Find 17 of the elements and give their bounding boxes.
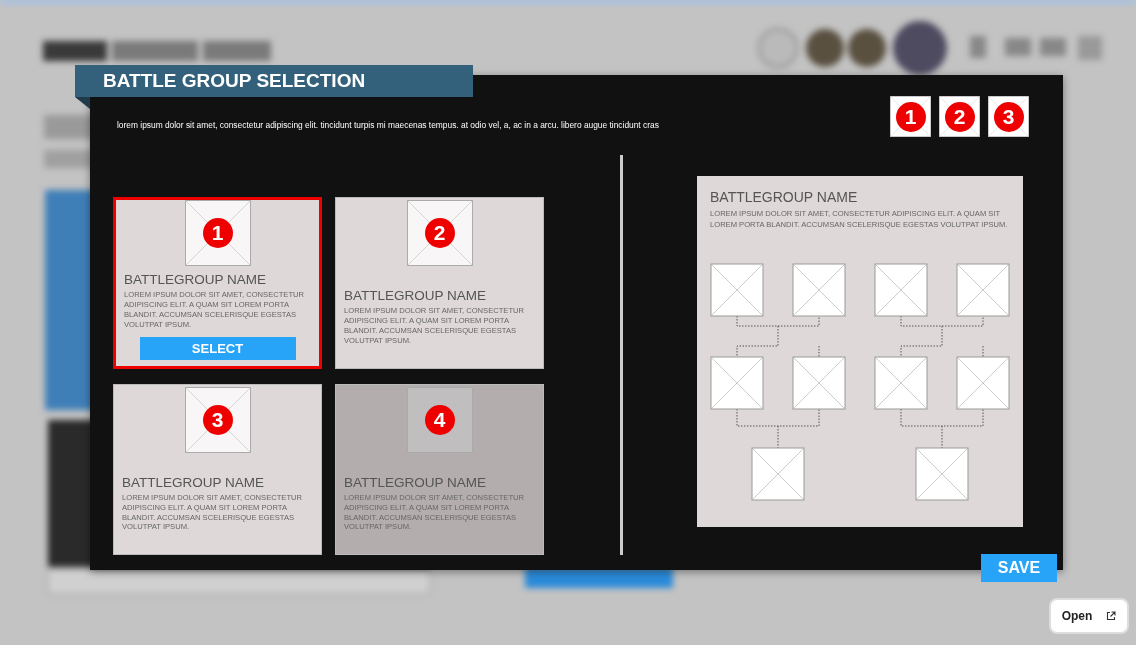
card-title: BATTLEGROUP NAME — [344, 474, 488, 490]
card-title: BATTLEGROUP NAME — [344, 288, 488, 304]
card-title: BATTLEGROUP NAME — [122, 474, 266, 490]
blurred-toolbar-icon — [970, 36, 986, 58]
external-link-icon — [1106, 611, 1117, 621]
title-banner: BATTLE GROUP SELECTION — [75, 65, 473, 97]
blurred-toolbar-icon — [1005, 38, 1031, 56]
blurred-emblem-icon — [893, 21, 947, 75]
detail-title: BATTLEGROUP NAME — [710, 189, 859, 205]
dialog-description: lorem ipsum dolor sit amet, consectetur adipiscing elit. tincidunt turpis mi maecenas tempus. at odio vel, a, ac in a arcu. libero augue tincidunt cras — [117, 119, 659, 130]
card-title: BATTLEGROUP NAME — [124, 272, 268, 288]
blurred-emblem-icon — [848, 29, 886, 67]
blurred-emblem-icon — [806, 29, 844, 67]
open-button[interactable]: Open — [1049, 598, 1129, 634]
blurred-toolbar-icon — [1078, 36, 1102, 60]
blurred-tab — [43, 41, 107, 61]
blurred-toolbar-icon — [1040, 38, 1066, 56]
